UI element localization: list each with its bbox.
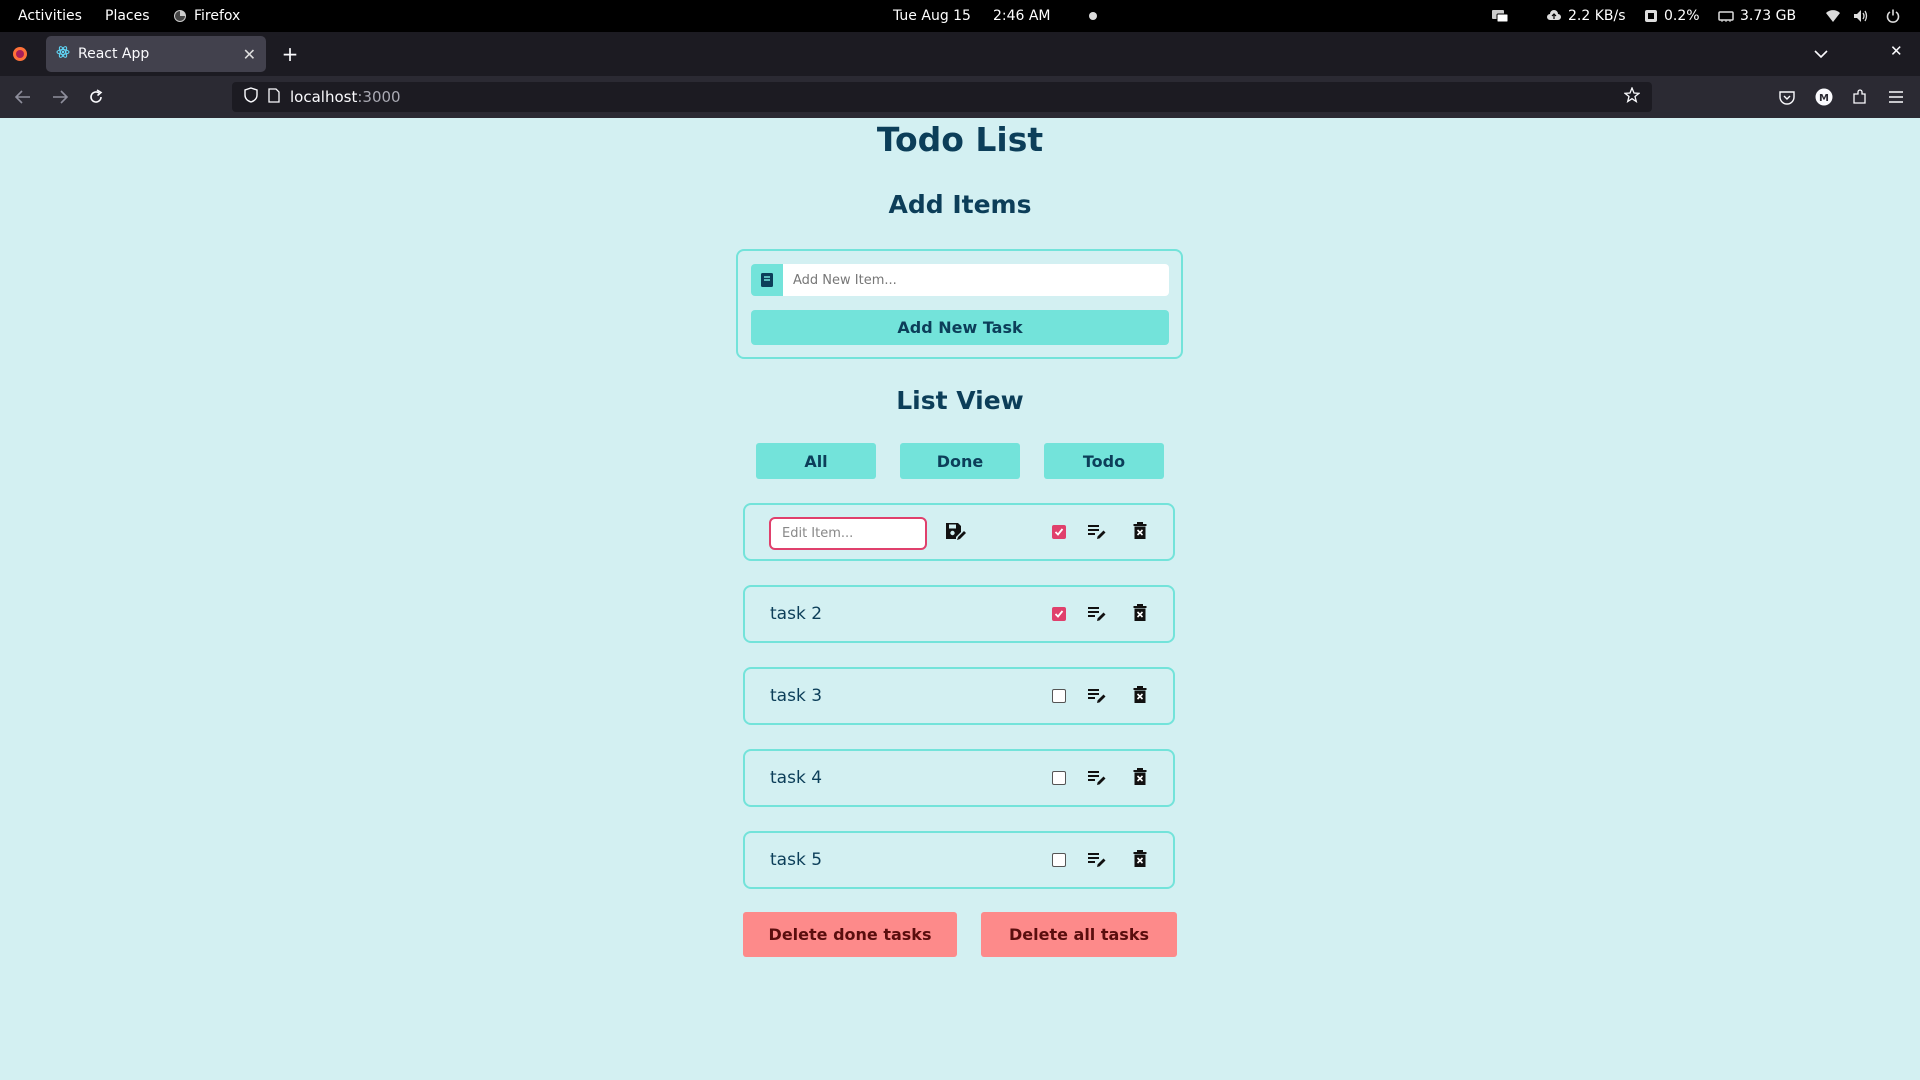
app-menu[interactable]: Firefox [172,0,240,32]
places-menu[interactable]: Places [105,0,150,32]
edit-task-icon[interactable] [1085,520,1109,544]
memory-indicator: 3.73 GB [1718,0,1796,32]
menu-hamburger-icon[interactable] [1885,86,1907,108]
task-row: task 3 [743,667,1175,725]
net-speed-indicator: 2.2 KB/s [1546,0,1626,32]
bookmark-star-icon[interactable] [1623,86,1641,107]
task-done-checkbox[interactable] [1052,853,1066,867]
add-items-heading: Add Items [888,190,1032,219]
task-row [743,503,1175,561]
close-tab-icon[interactable]: ✕ [243,45,256,64]
list-view-heading: List View [896,386,1024,415]
new-tab-icon[interactable]: + [278,42,302,66]
delete-task-icon[interactable] [1129,765,1151,789]
task-done-checkbox[interactable] [1052,689,1066,703]
task-row: task 5 [743,831,1175,889]
edit-task-icon[interactable] [1085,848,1109,872]
react-icon [56,45,70,63]
task-row: task 2 [743,585,1175,643]
reload-icon[interactable] [85,86,107,108]
extensions-icon[interactable] [1849,86,1871,108]
task-label: task 2 [770,604,823,624]
activities-label: Activities [18,8,82,24]
task-label: task 5 [770,850,823,870]
close-window-icon[interactable]: ✕ [1890,42,1903,60]
net-speed-value: 2.2 KB/s [1568,8,1626,24]
page-info-icon[interactable] [268,87,280,107]
memory-value: 3.73 GB [1740,8,1797,24]
edit-task-icon[interactable] [1085,684,1109,708]
power-icon[interactable] [1886,0,1900,32]
filter-done-button[interactable]: Done [900,443,1020,479]
add-new-task-button[interactable]: Add New Task [751,310,1169,345]
places-label: Places [105,8,150,24]
activities-button[interactable]: Activities [18,0,82,32]
add-item-input[interactable] [783,264,1169,296]
firefox-view-icon[interactable] [12,46,28,66]
delete-task-icon[interactable] [1129,519,1151,543]
save-edit-icon[interactable] [943,519,969,545]
delete-task-icon[interactable] [1129,601,1151,625]
app-name-label: Firefox [194,8,241,24]
shield-icon[interactable] [244,87,258,107]
edit-task-icon[interactable] [1085,602,1109,626]
delete-all-tasks-button[interactable]: Delete all tasks [981,912,1177,957]
task-done-checkbox[interactable] [1052,525,1066,539]
notification-dot [1088,12,1097,20]
book-icon [751,264,783,296]
cloud-upload-icon [1547,10,1561,20]
memory-icon [1718,11,1734,22]
url-port: :3000 [357,88,401,106]
date-label: Tue Aug 15 [893,8,971,24]
filter-todo-button[interactable]: Todo [1044,443,1164,479]
task-row: task 4 [743,749,1175,807]
cpu-icon [1645,10,1657,22]
clock[interactable]: Tue Aug 15 2:46 AM [893,0,1097,32]
volume-icon[interactable] [1853,0,1869,32]
time-label: 2:46 AM [992,8,1051,24]
cpu-indicator: 0.2% [1644,0,1700,32]
page-title: Todo List [876,120,1044,159]
delete-done-tasks-button[interactable]: Delete done tasks [743,912,957,957]
add-input-group [751,264,1169,296]
filter-all-button[interactable]: All [756,443,876,479]
edit-item-input[interactable] [769,517,927,550]
delete-task-icon[interactable] [1129,847,1151,871]
system-top-bar: Activities Places Firefox Tue Aug 15 2:4… [0,0,1920,32]
url-host: localhost [290,88,358,106]
delete-task-icon[interactable] [1129,683,1151,707]
account-avatar-icon[interactable]: M [1813,86,1835,108]
forward-icon[interactable] [49,86,71,108]
tab-title: React App [78,46,150,62]
task-label: task 4 [770,768,823,788]
wifi-icon[interactable] [1825,0,1841,32]
address-bar[interactable]: localhost:3000 [232,82,1652,112]
back-icon[interactable] [12,86,34,108]
task-done-checkbox[interactable] [1052,607,1066,621]
pocket-icon[interactable] [1776,86,1798,108]
edit-task-icon[interactable] [1085,766,1109,790]
add-item-form: Add New Task [736,249,1183,359]
tab-react-app[interactable]: React App ✕ [46,36,266,72]
cpu-value: 0.2% [1664,8,1700,24]
list-all-tabs-icon[interactable] [1814,44,1828,63]
firefox-icon [172,8,188,24]
svg-text:M: M [1819,93,1829,104]
task-done-checkbox[interactable] [1052,771,1066,785]
network-manager-icon[interactable] [1491,0,1509,32]
task-label: task 3 [770,686,823,706]
